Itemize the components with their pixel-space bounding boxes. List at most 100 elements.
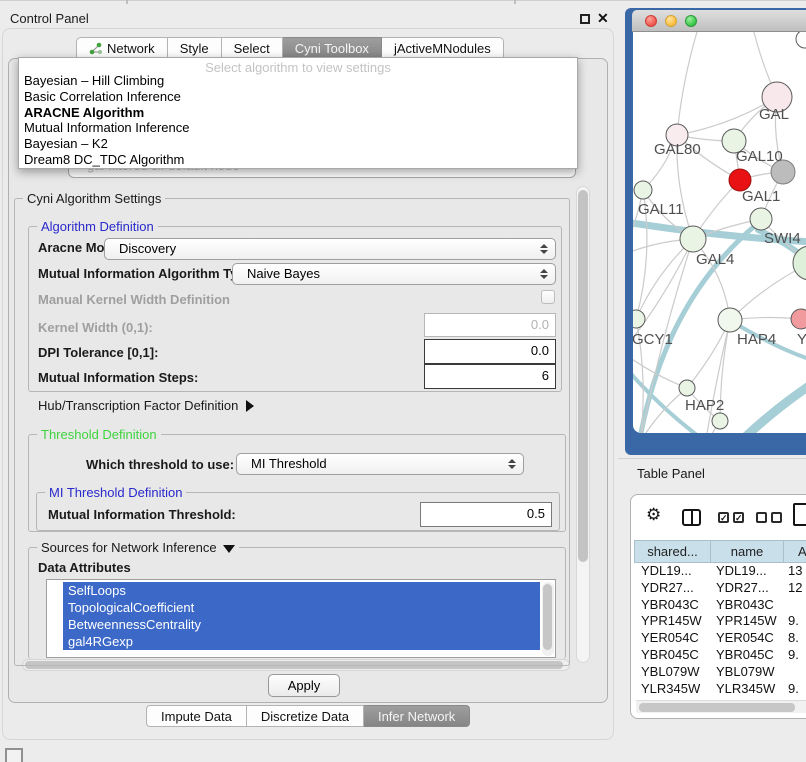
- table-cell: 9.: [784, 613, 806, 630]
- network-node-hap4[interactable]: [718, 308, 742, 332]
- sources-toggle[interactable]: Sources for Network Inference: [37, 540, 239, 555]
- which-threshold-select[interactable]: MI Threshold: [236, 453, 524, 475]
- table-row[interactable]: YDL19...YDL19...13: [634, 563, 806, 580]
- table-cell: [784, 664, 806, 681]
- table-row[interactable]: YBR043CYBR043C: [634, 597, 806, 614]
- algorithm-option-aracne-algorithm[interactable]: ARACNE Algorithm: [19, 105, 577, 121]
- group-title: Cyni Algorithm Settings: [23, 191, 165, 206]
- algorithm-dropdown-hint: Select algorithm to view settings: [19, 58, 577, 73]
- aracne-mode-select[interactable]: Discovery: [104, 238, 556, 260]
- manual-kernel-checkbox[interactable]: [541, 290, 555, 304]
- table-rows: YDL19...YDL19...13YDR27...YDR27...12YBR0…: [634, 563, 806, 700]
- tab-impute-data[interactable]: Impute Data: [146, 705, 247, 727]
- column-header-a[interactable]: A: [784, 540, 806, 563]
- gear-icon[interactable]: ⚙: [646, 505, 661, 525]
- attribute-item-gal4rgexp[interactable]: gal4RGexp: [63, 633, 540, 650]
- dpi-tolerance-field[interactable]: 0.0: [424, 339, 556, 364]
- selected-value: Naive Bayes: [233, 264, 555, 284]
- mi-threshold-field[interactable]: 0.5: [420, 502, 552, 527]
- table-row[interactable]: YPR145WYPR145W9.: [634, 613, 806, 630]
- tab-cyni-toolbox[interactable]: Cyni Toolbox: [283, 37, 382, 59]
- tab-infer-network[interactable]: Infer Network: [364, 705, 470, 727]
- table-row[interactable]: YLR345WYLR345W9.: [634, 681, 806, 698]
- network-window-titlebar[interactable]: [632, 10, 806, 32]
- algorithm-option-dream8-dc-tdc-algorithm[interactable]: Dream8 DC_TDC Algorithm: [19, 152, 577, 168]
- algorithm-option-mutual-information-inference[interactable]: Mutual Information Inference: [19, 120, 577, 136]
- apply-button[interactable]: Apply: [268, 674, 340, 697]
- network-node-y[interactable]: [791, 309, 806, 329]
- mi-type-select[interactable]: Naive Bayes: [232, 263, 556, 285]
- stepper-icon: [540, 244, 548, 254]
- table-row[interactable]: YDR27...YDR27...12: [634, 580, 806, 597]
- selected-value: Discovery: [105, 239, 555, 259]
- control-panel-tabs: Network Style Select Cyni Toolbox jActiveMNo…: [76, 37, 504, 59]
- group-title: Algorithm Definition: [37, 219, 158, 234]
- top-tick: [126, 0, 128, 4]
- network-node-hap2[interactable]: [679, 380, 695, 396]
- tab-label: Infer Network: [378, 709, 455, 724]
- window-minimize-icon[interactable]: [665, 15, 677, 27]
- dpi-tolerance-label: DPI Tolerance [0,1]:: [38, 345, 158, 360]
- tab-label: Style: [180, 41, 209, 56]
- select-all-checkboxes-icon[interactable]: ✓✓: [718, 512, 744, 523]
- table-cell: YDL19...: [634, 563, 711, 580]
- network-node-gal11[interactable]: [634, 181, 652, 199]
- tab-discretize-data[interactable]: Discretize Data: [247, 705, 364, 727]
- algorithm-option-bayesian-hill-climbing[interactable]: Bayesian – Hill Climbing: [19, 73, 577, 89]
- column-header-name[interactable]: name: [711, 540, 784, 563]
- mi-steps-field[interactable]: 6: [424, 364, 556, 389]
- table-horizontal-scrollbar[interactable]: [636, 700, 806, 713]
- tab-style[interactable]: Style: [168, 37, 222, 59]
- close-panel-icon[interactable]: ✕: [597, 10, 609, 26]
- mi-threshold-label: Mutual Information Threshold:: [48, 507, 236, 522]
- tab-select[interactable]: Select: [222, 37, 283, 59]
- table-row[interactable]: YBL079WYBL079W: [634, 664, 806, 681]
- attribute-item-betweennesscentrality[interactable]: BetweennessCentrality: [63, 616, 540, 633]
- deselect-all-checkboxes-icon[interactable]: [756, 512, 782, 523]
- tab-label: Cyni Toolbox: [295, 41, 369, 56]
- hub-definition-toggle[interactable]: Hub/Transcription Factor Definition: [38, 398, 254, 413]
- window-close-icon[interactable]: [645, 15, 657, 27]
- algorithm-option-bayesian-k2[interactable]: Bayesian – K2: [19, 136, 577, 152]
- kernel-width-field: 0.0: [424, 313, 556, 337]
- algorithm-option-basic-correlation-inference[interactable]: Basic Correlation Inference: [19, 89, 577, 105]
- settings-vertical-scrollbar[interactable]: [576, 186, 590, 663]
- network-node-gcy1[interactable]: [633, 310, 645, 328]
- scrollbar-thumb[interactable]: [543, 584, 552, 650]
- network-node-cutTop[interactable]: [796, 32, 806, 48]
- node-label-swi4: SWI4: [764, 230, 801, 247]
- tab-jactivemnodules[interactable]: jActiveMNodules: [382, 37, 504, 59]
- scrollbar-thumb[interactable]: [639, 703, 795, 712]
- column-header-shared[interactable]: shared...: [634, 540, 711, 563]
- attribute-item-selfloops[interactable]: SelfLoops: [63, 582, 540, 599]
- node-label-gal1: GAL1: [742, 188, 780, 205]
- mi-type-label: Mutual Information Algorithm Type:: [38, 266, 257, 281]
- list-scrollbar[interactable]: [542, 582, 554, 656]
- corner-grid-icon[interactable]: [5, 748, 23, 762]
- network-graph: GALGAL80GAL10GAL1SWI4GAL11GAL4GCY1HAP4YH…: [633, 32, 806, 433]
- node-label-gal10: GAL10: [736, 148, 783, 165]
- table-row[interactable]: YER054CYER054C8.: [634, 630, 806, 647]
- network-edge-highlighted: [742, 384, 806, 433]
- document-icon[interactable]: [793, 503, 806, 526]
- scrollbar-thumb[interactable]: [578, 190, 588, 562]
- group-title: MI Threshold Definition: [45, 485, 186, 500]
- columns-icon[interactable]: [682, 509, 701, 526]
- node-label-gcy1: GCY1: [633, 331, 673, 348]
- data-attributes-list[interactable]: SelfLoopsTopologicalCoefficientBetweenne…: [46, 579, 556, 658]
- table-cell: 12: [784, 580, 806, 597]
- table-cell: YPR145W: [711, 613, 784, 630]
- network-node-gal4[interactable]: [680, 226, 706, 252]
- tab-network[interactable]: Network: [76, 37, 168, 59]
- table-cell: YER054C: [634, 630, 711, 647]
- screen: Control Panel ✕ NetworkStyleSelectCyni T…: [0, 0, 806, 762]
- window-zoom-icon[interactable]: [685, 15, 697, 27]
- float-panel-icon[interactable]: [580, 14, 590, 24]
- attribute-item-topologicalcoefficient[interactable]: TopologicalCoefficient: [63, 599, 540, 616]
- selected-value: MI Threshold: [237, 454, 523, 474]
- node-label-hap2: HAP2: [685, 397, 724, 414]
- network-node-bottomN[interactable]: [712, 413, 728, 429]
- table-row[interactable]: YBR045CYBR045C9.: [634, 647, 806, 664]
- network-canvas[interactable]: GALGAL80GAL10GAL1SWI4GAL11GAL4GCY1HAP4YH…: [633, 32, 806, 433]
- network-node-swi4[interactable]: [750, 208, 772, 230]
